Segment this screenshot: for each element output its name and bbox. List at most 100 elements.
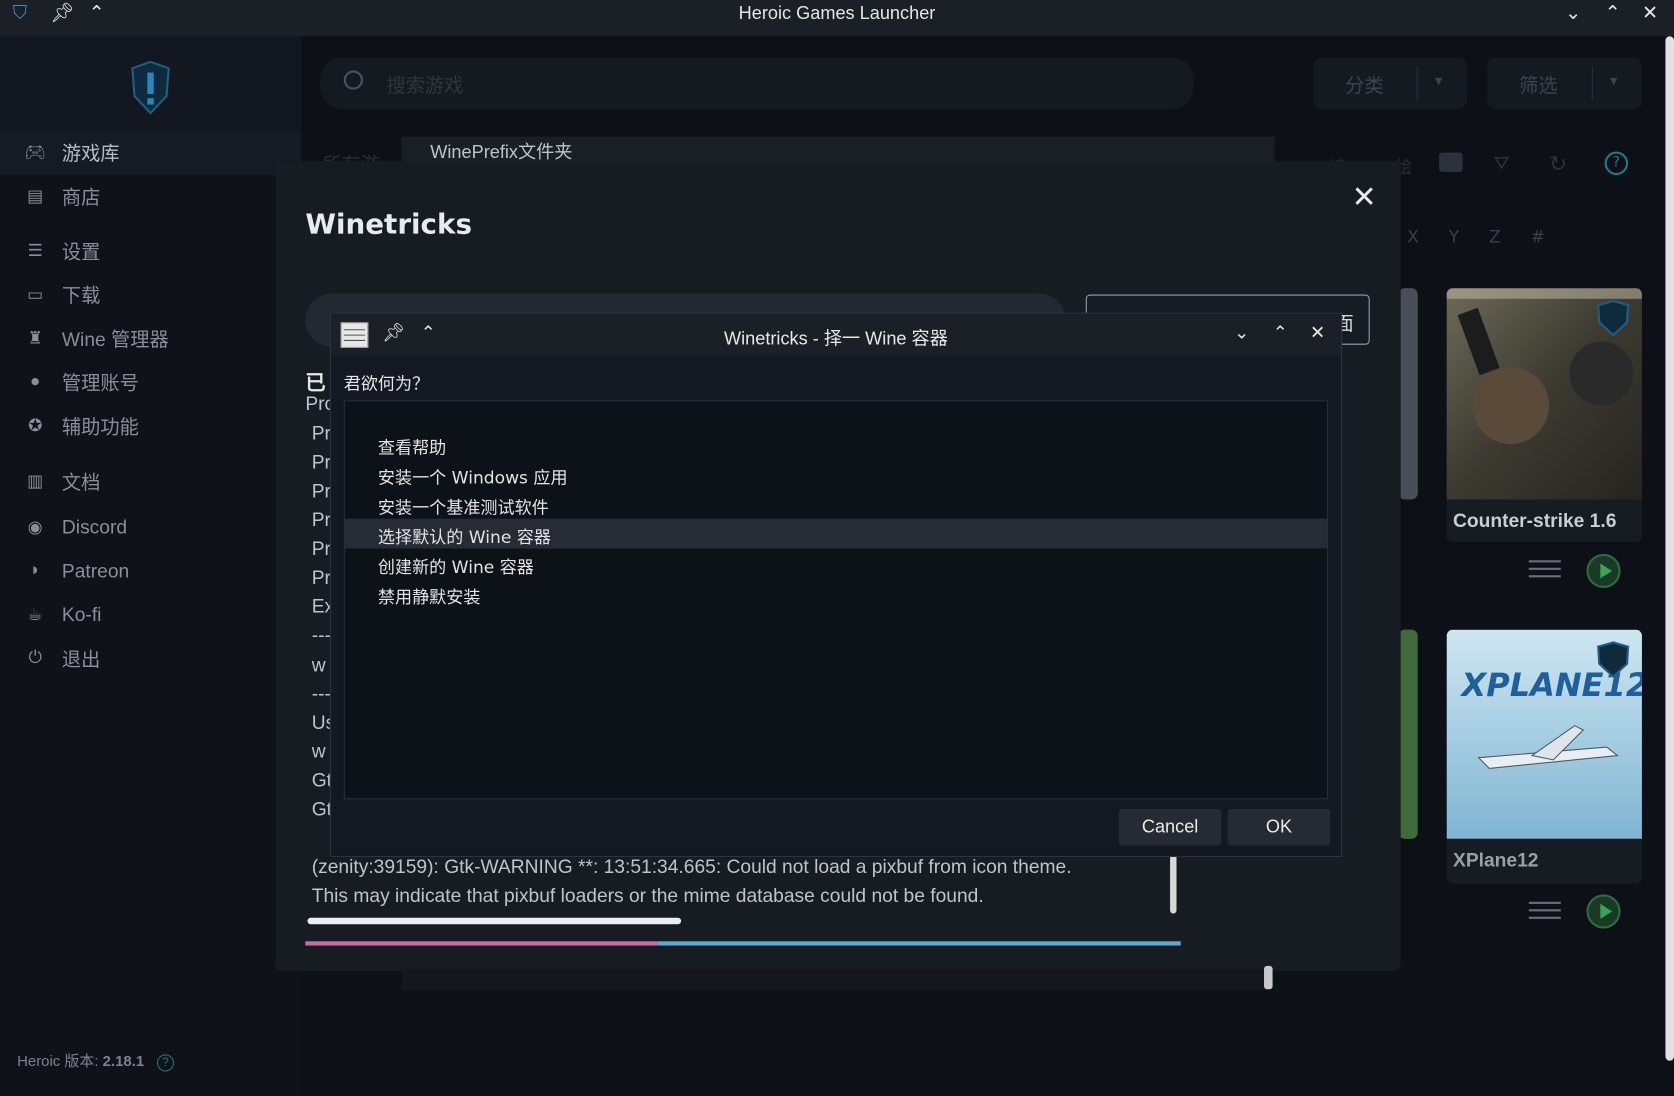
zenity-option-list[interactable]: 查看帮助 安装一个 Windows 应用 安装一个基准测试软件 选择默认的 Wi…: [343, 400, 1329, 800]
download-icon: ▭: [27, 286, 44, 305]
accessibility-icon: ✪: [28, 417, 43, 436]
sidebar-item-accounts[interactable]: ● 管理账号: [23, 366, 139, 398]
search-input[interactable]: 搜索游戏: [320, 57, 1194, 109]
sidebar-item-label: Ko-fi: [61, 603, 102, 625]
log-line: ---: [311, 624, 331, 646]
sidebar-item-library[interactable]: 🎮︎ 游戏库: [23, 137, 119, 169]
discord-icon: ◉: [27, 518, 43, 537]
sidebar-item-store[interactable]: ▤ 商店: [23, 180, 100, 212]
log-line: ---: [311, 683, 331, 705]
sidebar-item-docs[interactable]: ▥ 文档: [23, 465, 100, 497]
play-icon[interactable]: [1586, 553, 1621, 589]
sidebar-item-label: 管理账号: [61, 372, 139, 394]
play-icon[interactable]: [1586, 894, 1621, 929]
log-line: Pr: [311, 422, 331, 444]
store-icon: ▤: [27, 187, 44, 206]
log-heading: 已: [305, 372, 326, 395]
log-scrollbar[interactable]: [1170, 853, 1177, 914]
cancel-button[interactable]: Cancel: [1118, 808, 1222, 846]
wineprefix-label: WinePrefix文件夹: [430, 141, 573, 163]
progress-bar-segment: [305, 941, 658, 946]
option-label: 安装一个 Windows 应用: [377, 467, 568, 488]
game-settings-icon[interactable]: [1528, 555, 1561, 581]
sidebar-item-label: 游戏库: [61, 143, 120, 165]
category-dropdown[interactable]: 分类 ▾: [1313, 57, 1467, 109]
divider: [1416, 66, 1418, 101]
letter-z[interactable]: Z: [1489, 226, 1501, 246]
log-line: Pr: [311, 509, 331, 531]
letter-hash[interactable]: #: [1531, 226, 1545, 246]
game-settings-icon[interactable]: [1528, 896, 1561, 922]
sidebar-item-quit[interactable]: ⏻ 退出: [23, 642, 100, 674]
log-line: w: [311, 740, 326, 762]
log-line: Pr: [311, 480, 331, 502]
sidebar-item-label: 辅助功能: [61, 416, 139, 438]
game-cover-partial[interactable]: [1398, 629, 1418, 839]
close-icon[interactable]: ✕: [1352, 179, 1377, 214]
user-icon: ●: [30, 372, 41, 391]
sidebar-item-accessibility[interactable]: ✪ 辅助功能: [23, 410, 139, 442]
background-scrollbar[interactable]: [1264, 965, 1273, 990]
sliders-icon: ☰: [27, 242, 43, 261]
letter-y[interactable]: Y: [1449, 226, 1459, 246]
letter-x[interactable]: X: [1407, 226, 1419, 246]
minimize-icon[interactable]: ⌄: [1234, 322, 1249, 343]
hdd-icon[interactable]: [1439, 152, 1463, 172]
sidebar-item-kofi[interactable]: ☕︎ Ko-fi: [23, 599, 102, 631]
zenity-titlebar[interactable]: 📌︎ ⌃ Winetricks - 择一 Wine 容器 ⌄ ⌃ ✕: [330, 313, 1341, 357]
log-line: w: [311, 654, 326, 676]
log-line: Pr: [311, 566, 331, 589]
log-line: Pr: [311, 451, 331, 473]
window-title: Heroic Games Launcher: [738, 3, 936, 24]
list-item[interactable]: 查看帮助: [345, 429, 1327, 459]
sidebar-item-settings[interactable]: ☰ 设置: [23, 235, 101, 267]
version-value: 2.18.1: [102, 1052, 145, 1070]
maximize-icon[interactable]: ⌃: [1605, 2, 1621, 25]
alphabet-bar: X Y Z #: [1407, 226, 1545, 246]
sidebar-item-label: Discord: [61, 515, 128, 538]
minimize-icon[interactable]: ⌄: [1565, 2, 1581, 25]
progress-bar-segment: [657, 941, 1181, 946]
option-label: 安装一个基准测试软件: [377, 497, 549, 518]
list-item[interactable]: 安装一个 Windows 应用: [345, 459, 1327, 489]
log-line: (zenity:39159): Gtk-WARNING **: 13:51:34…: [311, 855, 1072, 878]
sidebar-item-label: 商店: [61, 186, 101, 209]
filter-icon[interactable]: ⛛: [1494, 153, 1510, 175]
power-icon: ⏻: [28, 648, 42, 667]
zenity-prompt: 君欲何为？: [343, 373, 430, 394]
sidebar-item-downloads[interactable]: ▭ 下载: [23, 279, 100, 311]
version-text: Heroic 版本: 2.18.1 ?: [17, 1050, 174, 1072]
game-card-xplane[interactable]: XPLANE12 XPlane12: [1446, 629, 1642, 884]
filter-dropdown[interactable]: 筛选 ▾: [1487, 57, 1642, 109]
filter-label: 筛选: [1519, 74, 1558, 98]
close-icon[interactable]: ✕: [1310, 322, 1325, 343]
list-item[interactable]: 禁用静默安装: [345, 578, 1327, 608]
game-cover-partial[interactable]: [1398, 288, 1418, 500]
close-icon[interactable]: ✕: [1642, 2, 1658, 25]
log-horizontal-scrollbar[interactable]: [307, 917, 682, 925]
list-item[interactable]: 安装一个基准测试软件: [345, 489, 1327, 519]
patreon-icon: ◗: [30, 561, 41, 580]
chevron-down-icon: ▾: [1434, 72, 1443, 90]
game-title: XPlane12: [1453, 849, 1539, 871]
sidebar-item-patreon[interactable]: ◗ Patreon: [23, 555, 129, 587]
window-titlebar[interactable]: ⛉ 📌︎ ⌃ Heroic Games Launcher ⌄ ⌃ ✕: [0, 0, 1674, 37]
help-icon[interactable]: ?: [1604, 151, 1629, 176]
ok-button[interactable]: OK: [1227, 808, 1331, 846]
sidebar-item-label: 下载: [61, 284, 101, 307]
refresh-icon[interactable]: ↻: [1549, 150, 1567, 176]
divider: [1591, 66, 1593, 101]
sidebar-item-discord[interactable]: ◉ Discord: [23, 511, 127, 543]
option-label: 选择默认的 Wine 容器: [377, 527, 551, 548]
help-icon[interactable]: ?: [156, 1054, 174, 1072]
maximize-icon[interactable]: ⌃: [1273, 322, 1288, 343]
heroic-logo-icon: [131, 60, 170, 115]
list-item-selected[interactable]: 选择默认的 Wine 容器: [344, 518, 1328, 549]
sidebar-item-wine-manager[interactable]: ♜ Wine 管理器: [23, 322, 169, 354]
list-item[interactable]: 创建新的 Wine 容器: [345, 549, 1327, 579]
game-card-counter-strike[interactable]: Counter-strike 1.6: [1446, 288, 1642, 543]
background-panel-bottom: [401, 969, 1269, 991]
game-title: Counter-strike 1.6: [1453, 510, 1617, 532]
main-scrollbar[interactable]: [1665, 36, 1674, 1061]
zenity-dialog: 📌︎ ⌃ Winetricks - 择一 Wine 容器 ⌄ ⌃ ✕ 君欲何为？…: [329, 312, 1342, 857]
